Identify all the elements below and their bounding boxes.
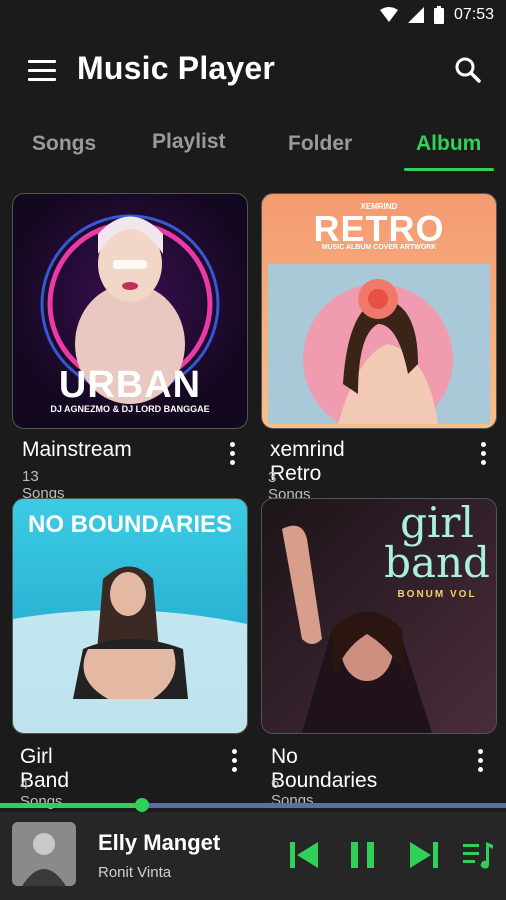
status-bar: 07:53: [0, 0, 506, 34]
album-cover[interactable]: girl band BONUM VOL: [261, 498, 497, 734]
more-options-icon[interactable]: [476, 749, 484, 775]
album-cover[interactable]: NO BOUNDARIES: [12, 498, 248, 734]
next-icon[interactable]: [408, 840, 440, 870]
cover-text-band: band: [384, 538, 490, 587]
cover-subtitle: BONUM VOL: [397, 589, 477, 600]
queue-icon[interactable]: [462, 840, 494, 870]
tab-album[interactable]: Album: [416, 132, 481, 156]
pause-icon[interactable]: [350, 840, 376, 870]
more-options-icon[interactable]: [228, 442, 236, 468]
signal-icon: [407, 7, 424, 23]
album-cover[interactable]: URBAN DJ AGNEZMO & DJ LORD BANGGAE: [12, 193, 248, 429]
active-tab-indicator: [404, 168, 494, 171]
cover-djs: DJ AGNEZMO & DJ LORD BANGGAE: [50, 404, 210, 414]
tab-songs[interactable]: Songs: [32, 132, 96, 156]
now-playing-title: Elly Manget: [98, 830, 221, 855]
cover-dj-1: DJ AGNEZMO: [50, 404, 111, 414]
album-song-count: 13 Songs: [22, 468, 65, 502]
tab-bar: Songs Playlist Folder Album: [0, 120, 506, 172]
status-time: 07:53: [453, 6, 494, 23]
battery-icon: [433, 6, 444, 24]
wifi-icon: [379, 7, 398, 22]
tab-folder[interactable]: Folder: [288, 132, 352, 156]
progress-handle[interactable]: [134, 798, 149, 812]
album-art-no-boundaries: [13, 566, 247, 733]
search-icon[interactable]: [454, 56, 482, 84]
app-bar: Music Player: [0, 44, 506, 100]
album-thumb-art: [12, 822, 76, 886]
more-options-icon[interactable]: [479, 442, 487, 468]
more-options-icon[interactable]: [230, 749, 238, 775]
tab-playlist[interactable]: Playlist: [152, 130, 226, 154]
mini-player[interactable]: Elly Manget Ronit Vinta: [0, 812, 506, 900]
playback-progress[interactable]: [0, 798, 506, 812]
now-playing-thumbnail[interactable]: [12, 822, 76, 886]
menu-icon[interactable]: [28, 60, 56, 82]
cover-photo: [268, 264, 490, 428]
album-title: Mainstream: [22, 438, 132, 461]
album-cover[interactable]: XEMRIND RETRO MUSIC ALBUM COVER ARTWORK: [261, 193, 497, 429]
progress-fill: [0, 803, 142, 808]
cover-dj-2: DJ LORD BANGGAE: [121, 404, 210, 414]
now-playing-artist: Ronit Vinta: [98, 864, 172, 881]
status-icons: 07:53: [379, 6, 494, 24]
cover-text: URBAN: [58, 364, 202, 406]
previous-icon[interactable]: [288, 840, 320, 870]
album-art-retro: [303, 279, 453, 428]
app-title: Music Player: [77, 50, 276, 86]
cover-subtitle: MUSIC ALBUM COVER ARTWORK: [321, 244, 437, 251]
